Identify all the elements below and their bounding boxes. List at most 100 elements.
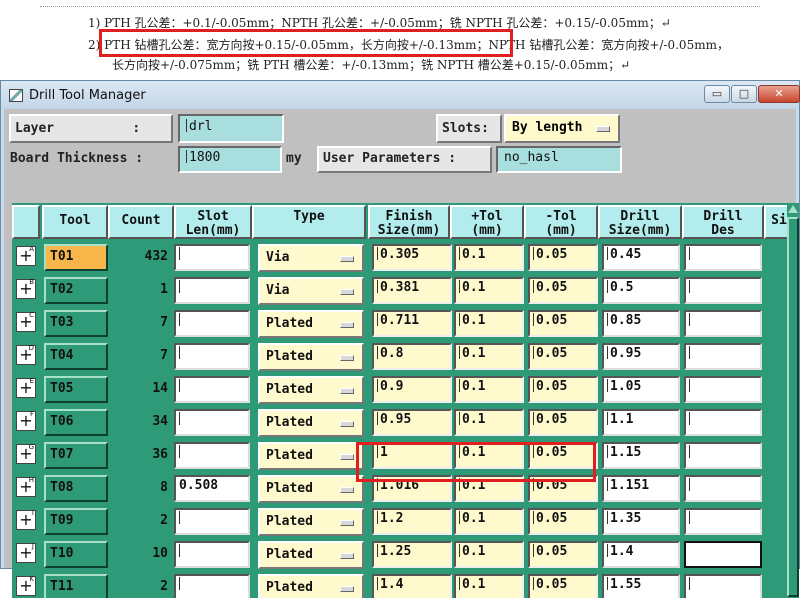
minus-tol-field[interactable]: 0.05 xyxy=(528,442,598,469)
expand-plus-icon[interactable]: + A xyxy=(16,245,36,266)
plus-tol-field[interactable]: 0.1 xyxy=(454,376,524,403)
slots-dropdown[interactable]: By length xyxy=(504,114,620,143)
plus-tol-field[interactable]: 0.1 xyxy=(454,244,524,271)
plus-tol-field[interactable]: 0.1 xyxy=(454,310,524,337)
tool-button[interactable]: T09 xyxy=(44,508,108,535)
finish-size-field[interactable]: 1.2 xyxy=(372,508,452,535)
type-dropdown[interactable]: Plated xyxy=(258,376,364,404)
layer-field[interactable]: drl xyxy=(178,114,284,143)
expand-plus-icon[interactable]: + K xyxy=(16,575,36,596)
minus-tol-field[interactable]: 0.05 xyxy=(528,244,598,271)
drill-size-field[interactable]: 0.45 xyxy=(602,244,680,271)
drill-des-field[interactable] xyxy=(684,343,762,370)
drill-des-field[interactable] xyxy=(684,376,762,403)
expand-plus-icon[interactable]: + C xyxy=(16,311,36,332)
drill-des-field[interactable] xyxy=(684,508,762,535)
drill-size-field[interactable]: 1.55 xyxy=(602,574,680,598)
minus-tol-field[interactable]: 0.05 xyxy=(528,277,598,304)
user-parameters-field[interactable]: no_hasl xyxy=(496,146,622,173)
slot-length-field[interactable] xyxy=(174,442,250,469)
minus-tol-field[interactable]: 0.05 xyxy=(528,475,598,502)
finish-size-field[interactable]: 1 xyxy=(372,442,452,469)
drill-des-field[interactable] xyxy=(684,409,762,436)
drill-size-field[interactable]: 0.85 xyxy=(602,310,680,337)
expand-plus-icon[interactable]: + H xyxy=(16,476,36,497)
type-dropdown[interactable]: Plated xyxy=(258,442,364,470)
finish-size-field[interactable]: 0.95 xyxy=(372,409,452,436)
plus-tol-field[interactable]: 0.1 xyxy=(454,277,524,304)
drill-size-field[interactable]: 0.95 xyxy=(602,343,680,370)
type-dropdown[interactable]: Plated xyxy=(258,475,364,503)
tool-button[interactable]: T05 xyxy=(44,376,108,403)
drill-des-field[interactable] xyxy=(684,244,762,271)
slot-length-field[interactable] xyxy=(174,277,250,304)
slot-length-field[interactable] xyxy=(174,376,250,403)
expand-plus-icon[interactable]: + G xyxy=(16,443,36,464)
finish-size-field[interactable]: 0.9 xyxy=(372,376,452,403)
finish-size-field[interactable]: 0.711 xyxy=(372,310,452,337)
tool-button[interactable]: T06 xyxy=(44,409,108,436)
expand-plus-icon[interactable]: + I xyxy=(16,509,36,530)
minus-tol-field[interactable]: 0.05 xyxy=(528,409,598,436)
minus-tol-field[interactable]: 0.05 xyxy=(528,376,598,403)
tool-button[interactable]: T08 xyxy=(44,475,108,502)
finish-size-field[interactable]: 0.305 xyxy=(372,244,452,271)
minus-tol-field[interactable]: 0.05 xyxy=(528,343,598,370)
finish-size-field[interactable]: 1.016 xyxy=(372,475,452,502)
drill-size-field[interactable]: 1.1 xyxy=(602,409,680,436)
maximize-button[interactable]: □ xyxy=(731,85,757,103)
drill-des-field[interactable] xyxy=(684,277,762,304)
drill-des-field[interactable] xyxy=(684,574,762,598)
slot-length-field[interactable] xyxy=(174,343,250,370)
type-dropdown[interactable]: Plated xyxy=(258,574,364,598)
slot-length-field[interactable] xyxy=(174,409,250,436)
plus-tol-field[interactable]: 0.1 xyxy=(454,541,524,568)
expand-plus-icon[interactable]: + F xyxy=(16,410,36,431)
plus-tol-field[interactable]: 0.1 xyxy=(454,475,524,502)
board-thickness-field[interactable]: 1800 xyxy=(178,146,282,173)
drill-des-field[interactable] xyxy=(684,475,762,502)
tool-button[interactable]: T03 xyxy=(44,310,108,337)
drill-des-field[interactable] xyxy=(684,541,762,568)
slot-length-field[interactable]: 0.508 xyxy=(174,475,250,502)
type-dropdown[interactable]: Via xyxy=(258,277,364,305)
slot-length-field[interactable] xyxy=(174,310,250,337)
finish-size-field[interactable]: 1.25 xyxy=(372,541,452,568)
finish-size-field[interactable]: 0.8 xyxy=(372,343,452,370)
type-dropdown[interactable]: Via xyxy=(258,244,364,272)
tool-button[interactable]: T02 xyxy=(44,277,108,304)
drill-size-field[interactable]: 1.4 xyxy=(602,541,680,568)
finish-size-field[interactable]: 1.4 xyxy=(372,574,452,598)
expand-plus-icon[interactable]: + B xyxy=(16,278,36,299)
plus-tol-field[interactable]: 0.1 xyxy=(454,508,524,535)
plus-tol-field[interactable]: 0.1 xyxy=(454,574,524,598)
tool-button[interactable]: T10 xyxy=(44,541,108,568)
drill-size-field[interactable]: 1.15 xyxy=(602,442,680,469)
type-dropdown[interactable]: Plated xyxy=(258,409,364,437)
title-bar[interactable]: Drill Tool Manager ▭ □ ✕ xyxy=(1,81,800,109)
expand-plus-icon[interactable]: + D xyxy=(16,344,36,365)
tool-button[interactable]: T01 xyxy=(44,244,108,271)
plus-tol-field[interactable]: 0.1 xyxy=(454,343,524,370)
drill-size-field[interactable]: 0.5 xyxy=(602,277,680,304)
minimize-button[interactable]: ▭ xyxy=(704,85,730,103)
type-dropdown[interactable]: Plated xyxy=(258,343,364,371)
expand-plus-icon[interactable]: + J xyxy=(16,542,36,563)
drill-des-field[interactable] xyxy=(684,442,762,469)
finish-size-field[interactable]: 0.381 xyxy=(372,277,452,304)
vertical-scrollbar[interactable] xyxy=(787,203,799,598)
tool-button[interactable]: T07 xyxy=(44,442,108,469)
drill-size-field[interactable]: 1.05 xyxy=(602,376,680,403)
plus-tol-field[interactable]: 0.1 xyxy=(454,442,524,469)
tool-button[interactable]: T11 xyxy=(44,574,108,598)
type-dropdown[interactable]: Plated xyxy=(258,310,364,338)
scroll-up-arrow-icon[interactable] xyxy=(788,205,798,213)
drill-size-field[interactable]: 1.151 xyxy=(602,475,680,502)
drill-des-field[interactable] xyxy=(684,310,762,337)
type-dropdown[interactable]: Plated xyxy=(258,508,364,536)
slot-length-field[interactable] xyxy=(174,541,250,568)
minus-tol-field[interactable]: 0.05 xyxy=(528,574,598,598)
expand-plus-icon[interactable]: + E xyxy=(16,377,36,398)
minus-tol-field[interactable]: 0.05 xyxy=(528,541,598,568)
plus-tol-field[interactable]: 0.1 xyxy=(454,409,524,436)
